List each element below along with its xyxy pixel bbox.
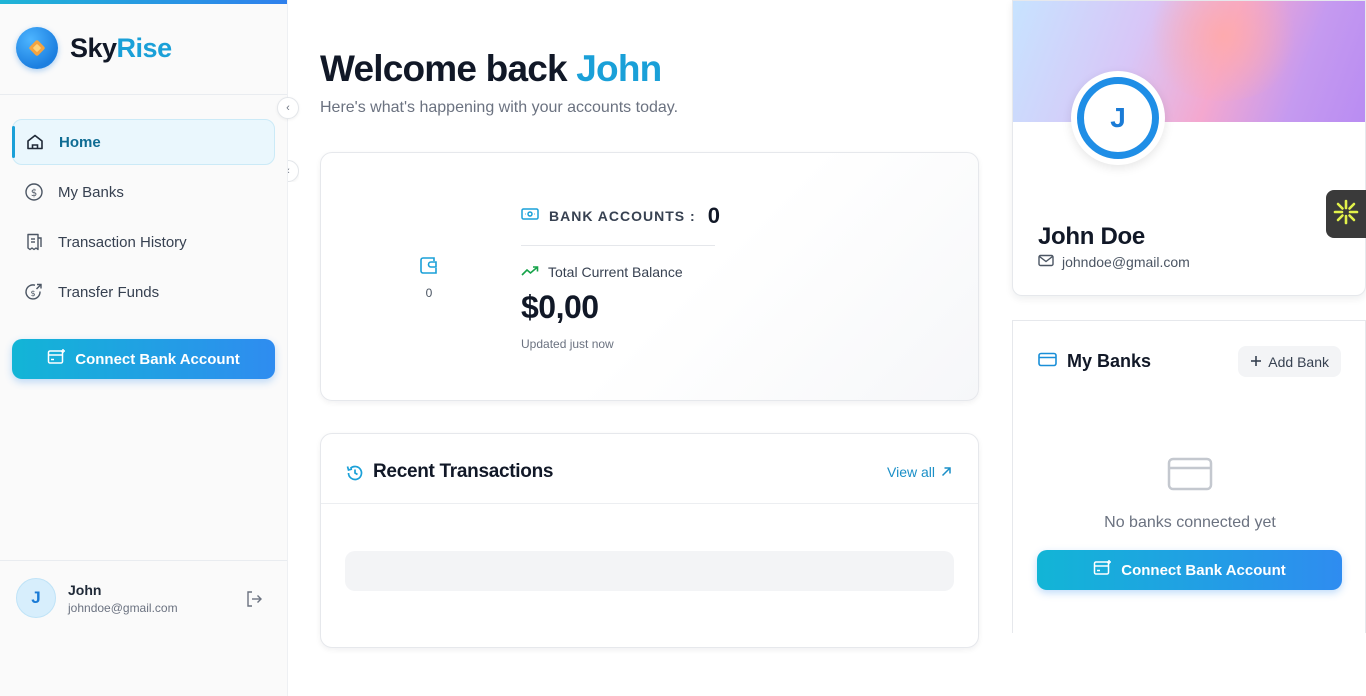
- profile-email: johndoe@gmail.com: [1062, 254, 1190, 270]
- sidebar-item-my-banks[interactable]: $ My Banks: [12, 169, 275, 215]
- my-banks-title-row: My Banks: [1038, 351, 1151, 372]
- logout-icon[interactable]: [244, 589, 264, 609]
- balance-updated: Updated just now: [521, 337, 614, 351]
- page-subtitle: Here's what's happening with your accoun…: [320, 99, 679, 116]
- sidebar-connect-bank-button[interactable]: Connect Bank Account: [12, 339, 275, 379]
- logo[interactable]: SkyRise: [16, 27, 172, 69]
- svg-text:$: $: [31, 188, 37, 199]
- right-panel: J John Doe johndoe@gmail.com My Banks Ad…: [1012, 0, 1366, 696]
- my-banks-card: My Banks Add Bank No banks connected yet…: [1012, 320, 1366, 633]
- bank-accounts-count: 0: [707, 203, 720, 228]
- wallet-count: 0: [425, 286, 433, 300]
- sidebar-accent-bar: [0, 0, 287, 4]
- profile-email-row: johndoe@gmail.com: [1038, 254, 1190, 270]
- profile-card: J John Doe johndoe@gmail.com: [1012, 0, 1366, 296]
- floating-widget-button[interactable]: [1326, 190, 1366, 238]
- credit-card-empty-icon: [1167, 457, 1213, 491]
- bank-accounts-row: BANK ACCOUNTS : 0: [521, 203, 720, 229]
- svg-text:$: $: [30, 289, 35, 298]
- history-icon: [345, 463, 365, 483]
- total-balance-label: Total Current Balance: [548, 264, 683, 280]
- banknote-icon: [521, 207, 539, 226]
- recent-transactions-header: Recent Transactions View all: [321, 434, 978, 504]
- view-all-label: View all: [887, 464, 935, 480]
- page-title: Welcome back John: [320, 48, 662, 90]
- sidebar-item-label: My Banks: [58, 183, 124, 201]
- sidebar-divider: [0, 94, 287, 95]
- trending-up-icon: [521, 264, 539, 280]
- logo-text: SkyRise: [70, 33, 172, 64]
- sidebar-item-label: Home: [59, 133, 101, 151]
- balance-card: 0 BANK ACCOUNTS : 0 Total Current Balanc…: [320, 152, 979, 401]
- transfer-icon: $: [24, 282, 44, 302]
- card-add-icon: [47, 348, 67, 370]
- recent-transactions-title: Recent Transactions: [373, 461, 554, 482]
- sidebar-item-transfer-funds[interactable]: $ Transfer Funds: [12, 269, 275, 315]
- avatar[interactable]: J: [1077, 77, 1159, 159]
- add-bank-label: Add Bank: [1268, 353, 1329, 370]
- receipt-icon: [24, 232, 44, 252]
- total-balance-row: Total Current Balance: [521, 264, 683, 280]
- bank-accounts-label: BANK ACCOUNTS :: [549, 208, 696, 224]
- sidebar-user-footer: J John johndoe@gmail.com: [0, 560, 287, 633]
- profile-banner: [1013, 1, 1365, 122]
- mail-icon: [1038, 254, 1054, 270]
- user-email: johndoe@gmail.com: [68, 601, 178, 615]
- transactions-loading-skeleton: [345, 551, 954, 591]
- recent-transactions-card: Recent Transactions View all: [320, 433, 979, 648]
- balance-amount: $0,00: [521, 289, 599, 325]
- connect-bank-label: Connect Bank Account: [1121, 561, 1286, 579]
- connect-bank-label: Connect Bank Account: [75, 350, 240, 368]
- card-add-icon: [1093, 559, 1113, 581]
- sidebar: SkyRise Home $ My Banks Transaction Hist…: [0, 0, 288, 696]
- profile-name: John Doe: [1038, 223, 1145, 250]
- add-bank-button[interactable]: Add Bank: [1238, 346, 1341, 377]
- plus-icon: [1250, 354, 1262, 370]
- logo-text-sky: Sky: [70, 32, 117, 63]
- sparkle-icon: [1333, 199, 1359, 230]
- profile-avatar-ring: J: [1071, 71, 1165, 165]
- sidebar-item-label: Transaction History: [58, 233, 187, 251]
- logo-icon: [16, 27, 58, 69]
- avatar[interactable]: J: [16, 578, 56, 618]
- main-content: Welcome back John Here's what's happenin…: [288, 0, 1012, 696]
- wallet-icon: [417, 253, 441, 277]
- dollar-circle-icon: $: [24, 182, 44, 202]
- no-banks-message: No banks connected yet: [1104, 514, 1276, 531]
- user-name: John: [68, 582, 102, 598]
- sidebar-item-transaction-history[interactable]: Transaction History: [12, 219, 275, 265]
- sidebar-item-label: Transfer Funds: [58, 283, 160, 301]
- view-all-link[interactable]: View all: [887, 464, 952, 480]
- logo-text-rise: Rise: [116, 32, 173, 63]
- balance-divider: [521, 245, 715, 246]
- arrow-up-right-icon: [941, 464, 952, 480]
- sidebar-item-home[interactable]: Home: [12, 119, 275, 165]
- panel-connect-bank-button[interactable]: Connect Bank Account: [1037, 550, 1342, 590]
- app-root: SkyRise Home $ My Banks Transaction Hist…: [0, 0, 1366, 696]
- my-banks-title: My Banks: [1067, 351, 1152, 371]
- sidebar-nav: Home $ My Banks Transaction History $ Tr…: [12, 119, 275, 319]
- welcome-name: John: [576, 48, 662, 89]
- home-icon: [25, 132, 45, 152]
- welcome-prefix: Welcome back: [320, 48, 568, 89]
- credit-card-icon: [1038, 351, 1057, 372]
